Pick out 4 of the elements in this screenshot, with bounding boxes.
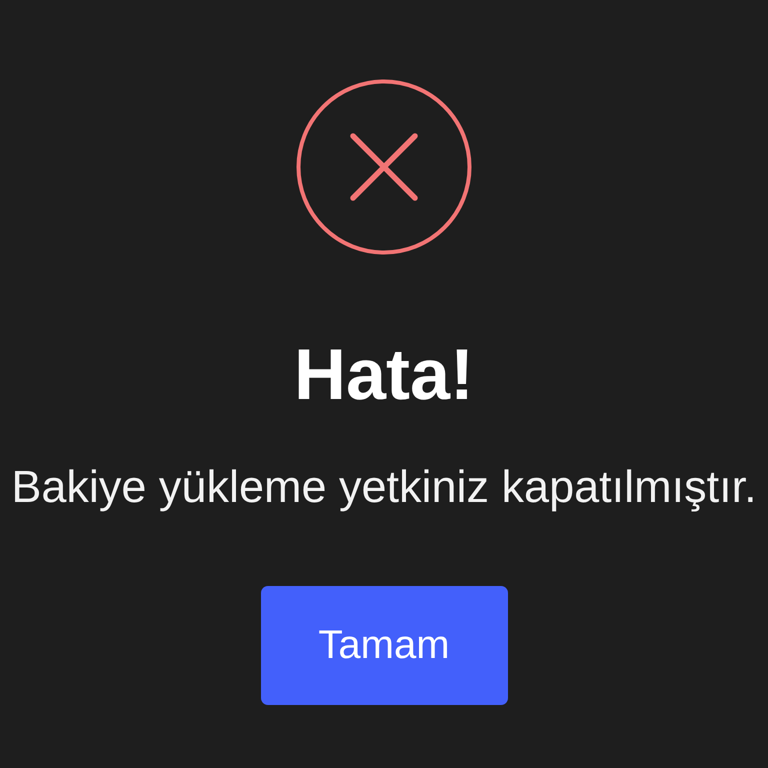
dialog-message: Bakiye yükleme yetkiniz kapatılmıştır. <box>11 460 757 514</box>
dialog-title: Hata! <box>294 335 474 415</box>
ok-button[interactable]: Tamam <box>260 586 508 705</box>
error-circle-x-icon <box>296 79 472 255</box>
